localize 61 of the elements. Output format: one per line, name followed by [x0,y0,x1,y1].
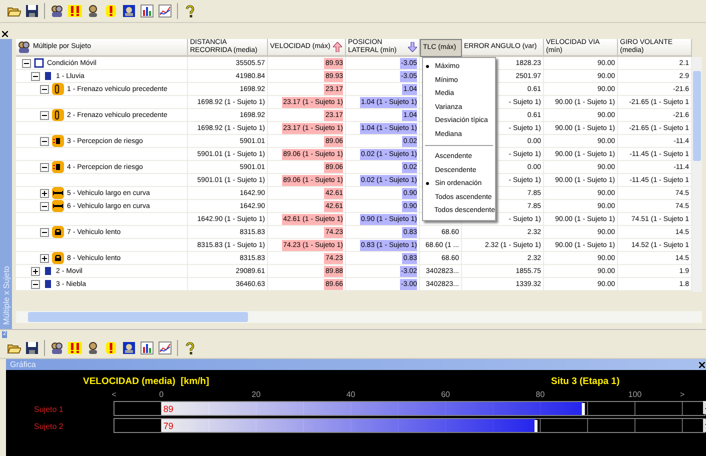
picture-icon[interactable] [121,3,137,19]
collapse-toggle[interactable] [40,202,49,210]
axis-tick-label: 0 [159,390,164,399]
people-icon[interactable] [49,3,65,19]
axis-tick-label: 60 [441,390,450,399]
category-label: Sujeto 2 [34,422,64,431]
truck-icon [52,200,64,212]
panel-title: Gráfica [10,360,36,369]
expand-toggle[interactable] [31,266,40,276]
car-icon [52,252,64,264]
axis-tick-label: 20 [252,390,261,399]
expand-toggle[interactable] [40,188,49,198]
collapse-toggle[interactable] [40,84,49,94]
axis-tick-label: 40 [346,390,356,399]
expand-toggle[interactable] [40,254,49,262]
warning-sign-icon [52,161,64,173]
truck-icon [52,187,64,199]
line-chart-icon[interactable] [157,340,173,356]
car-icon [52,226,64,238]
chart-subtitle: Situ 3 (Etapa 1) [551,376,620,387]
axis-tick-label: 80 [536,390,545,399]
collapse-toggle[interactable] [40,228,49,236]
collapse-toggle[interactable] [31,280,40,288]
people-icon [18,41,30,53]
close-icon[interactable] [699,362,705,368]
bar-end-marker [582,403,585,415]
collapse-toggle[interactable] [22,58,31,68]
collapse-toggle[interactable] [31,72,40,80]
bracket-icon [52,83,64,95]
bar-value-label: 79 [163,421,174,431]
people-icon[interactable] [49,340,65,356]
category-label: Sujeto 1 [34,405,64,414]
warning-icon[interactable] [67,340,83,356]
bar-chart-icon[interactable] [139,340,155,356]
axis-tick-label: < [112,390,116,399]
save-icon[interactable] [24,3,40,19]
warning-icon[interactable] [67,3,83,19]
square-icon [43,266,53,276]
warning-icon[interactable] [103,340,119,356]
collapse-toggle[interactable] [40,136,49,146]
square-icon [34,58,44,68]
line-chart-icon[interactable] [157,3,173,19]
save-icon[interactable] [24,340,40,356]
bracket-icon [52,109,64,121]
bar-chart-icon[interactable] [139,3,155,19]
side-tab-label: Múltiple x Sujeto [2,266,10,325]
bar-value-label: 89 [163,404,174,414]
warning-sign-icon [52,135,64,147]
square-icon [43,71,53,81]
horizontal-scrollbar[interactable] [16,311,702,323]
axis-tick-label: > [680,390,685,399]
collapse-toggle[interactable] [40,110,49,120]
bar-end-marker [534,420,538,432]
axis-tick-label: 100 [628,390,642,399]
chart-title: VELOCIDAD (media) [km/h] [83,376,210,387]
close-icon[interactable] [2,31,8,37]
vertical-scrollbar[interactable] [692,57,702,292]
picture-icon[interactable] [121,340,137,356]
square-icon [43,279,53,289]
warning-icon[interactable] [103,3,119,19]
collapse-toggle[interactable] [40,162,49,172]
